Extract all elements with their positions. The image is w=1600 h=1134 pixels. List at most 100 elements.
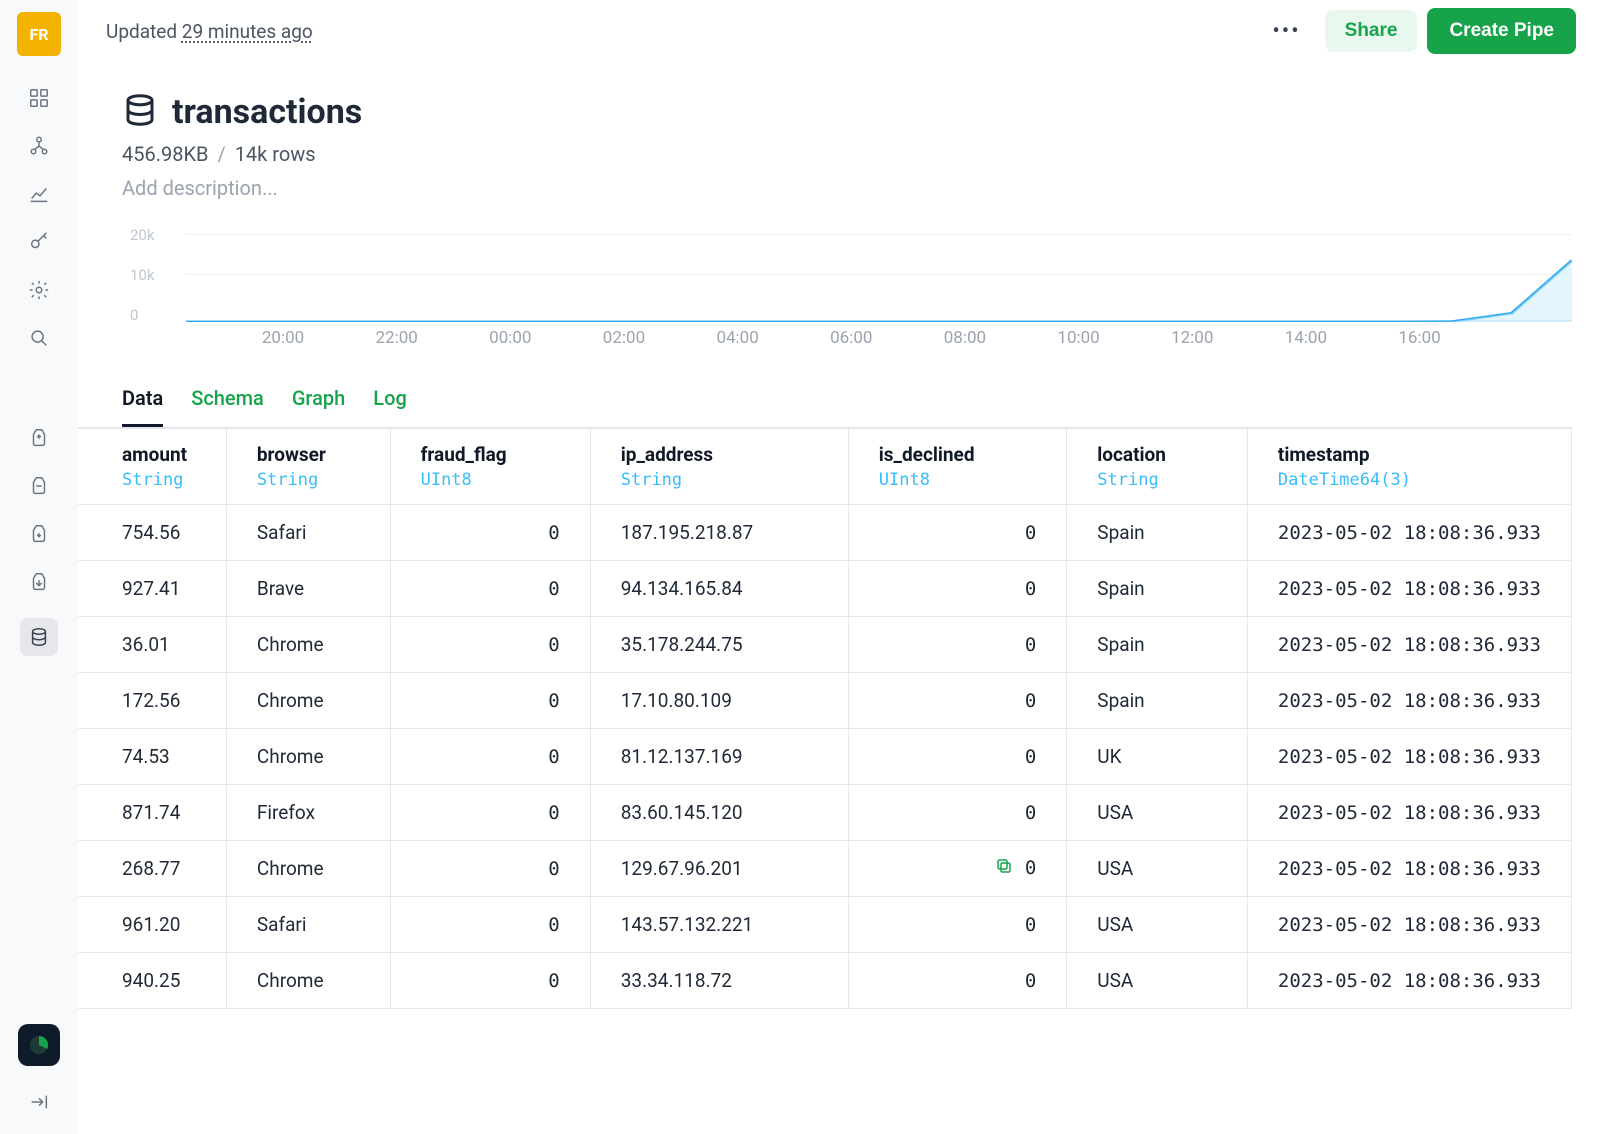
token-key-icon[interactable]: [27, 230, 51, 254]
copy-icon[interactable]: [995, 858, 1013, 880]
cell-ip-address: 187.195.218.87: [590, 505, 848, 561]
pipe-in-icon[interactable]: [27, 426, 51, 450]
create-pipe-button[interactable]: Create Pipe: [1427, 8, 1576, 54]
col-fraud-flag[interactable]: fraud_flagUInt8: [390, 429, 590, 505]
table-row[interactable]: 74.53Chrome081.12.137.1690UK2023-05-02 1…: [78, 729, 1572, 785]
pipe-down-icon[interactable]: [27, 570, 51, 594]
cell-amount: 36.01: [78, 617, 226, 673]
tab-graph[interactable]: Graph: [292, 378, 345, 427]
tab-schema[interactable]: Schema: [191, 378, 264, 427]
cell-ip-address: 143.57.132.221: [590, 897, 848, 953]
cell-location: USA: [1067, 785, 1248, 841]
dashboard-icon[interactable]: [27, 86, 51, 110]
description-input[interactable]: Add description...: [122, 176, 1572, 200]
x-tick: 06:00: [830, 328, 872, 348]
cell-fraud-flag: 0: [390, 953, 590, 1009]
cell-fraud-flag: 0: [390, 561, 590, 617]
cell-fraud-flag: 0: [390, 617, 590, 673]
col-location[interactable]: locationString: [1067, 429, 1248, 505]
cell-browser: Chrome: [226, 729, 390, 785]
topbar: Updated 29 minutes ago ••• Share Create …: [78, 0, 1600, 62]
tab-log[interactable]: Log: [373, 378, 407, 427]
cell-ip-address: 83.60.145.120: [590, 785, 848, 841]
cell-fraud-flag: 0: [390, 785, 590, 841]
datasource-rows: 14k rows: [235, 142, 316, 166]
col-ip-address[interactable]: ip_addressString: [590, 429, 848, 505]
cell-ip-address: 81.12.137.169: [590, 729, 848, 785]
col-is-declined[interactable]: is_declinedUInt8: [848, 429, 1067, 505]
datasource-meta: 456.98KB / 14k rows: [122, 142, 1572, 166]
chart-svg: [186, 228, 1572, 322]
more-menu-button[interactable]: •••: [1258, 19, 1314, 44]
cell-timestamp: 2023-05-02 18:08:36.933: [1247, 841, 1571, 897]
cell-is-declined: 0: [848, 729, 1067, 785]
cell-fraud-flag: 0: [390, 841, 590, 897]
main: Updated 29 minutes ago ••• Share Create …: [78, 0, 1600, 1134]
table-row[interactable]: 927.41Brave094.134.165.840Spain2023-05-0…: [78, 561, 1572, 617]
table-row[interactable]: 871.74Firefox083.60.145.1200USA2023-05-0…: [78, 785, 1572, 841]
cell-fraud-flag: 0: [390, 673, 590, 729]
datasource-title: transactions: [172, 92, 362, 132]
x-tick: 00:00: [489, 328, 531, 348]
cell-ip-address: 33.34.118.72: [590, 953, 848, 1009]
cell-browser: Chrome: [226, 617, 390, 673]
table-row[interactable]: 940.25Chrome033.34.118.720USA2023-05-02 …: [78, 953, 1572, 1009]
cell-browser: Safari: [226, 505, 390, 561]
x-tick: 20:00: [262, 328, 304, 348]
sidebar-nav: [20, 86, 58, 656]
table-row[interactable]: 961.20Safari0143.57.132.2210USA2023-05-0…: [78, 897, 1572, 953]
activity-chart: 20k 10k 0 20:0022:0000:0002:0004:0006:00…: [130, 228, 1572, 358]
workspace-badge[interactable]: FR: [17, 12, 61, 56]
chart-line-icon[interactable]: [27, 182, 51, 206]
table-row[interactable]: 172.56Chrome017.10.80.1090Spain2023-05-0…: [78, 673, 1572, 729]
share-button[interactable]: Share: [1325, 10, 1418, 52]
cell-timestamp: 2023-05-02 18:08:36.933: [1247, 897, 1571, 953]
cell-browser: Firefox: [226, 785, 390, 841]
y-tick: 20k: [130, 226, 154, 244]
table-row[interactable]: 36.01Chrome035.178.244.750Spain2023-05-0…: [78, 617, 1572, 673]
search-icon[interactable]: [27, 326, 51, 350]
datasource-size: 456.98KB: [122, 142, 208, 166]
cell-amount: 172.56: [78, 673, 226, 729]
updated-time[interactable]: 29 minutes ago: [182, 20, 313, 43]
cell-is-declined: 0: [848, 785, 1067, 841]
col-amount[interactable]: amountString: [78, 429, 226, 505]
sidebar: FR: [0, 0, 78, 1134]
cell-fraud-flag: 0: [390, 505, 590, 561]
pipe-out-icon[interactable]: [27, 522, 51, 546]
usage-pie-icon[interactable]: [18, 1024, 60, 1066]
datasource-icon[interactable]: [20, 618, 58, 656]
cell-amount: 871.74: [78, 785, 226, 841]
tabs: Data Schema Graph Log: [78, 378, 1572, 428]
cell-location: Spain: [1067, 617, 1248, 673]
cell-amount: 940.25: [78, 953, 226, 1009]
table-row[interactable]: 754.56Safari0187.195.218.870Spain2023-05…: [78, 505, 1572, 561]
flow-icon[interactable]: [27, 134, 51, 158]
cell-fraud-flag: 0: [390, 897, 590, 953]
collapse-sidebar-icon[interactable]: [27, 1090, 51, 1114]
gear-icon[interactable]: [27, 278, 51, 302]
x-tick: 10:00: [1057, 328, 1099, 348]
updated-prefix: Updated: [106, 20, 182, 43]
cell-amount: 74.53: [78, 729, 226, 785]
cell-location: Spain: [1067, 673, 1248, 729]
database-icon: [122, 92, 158, 132]
cell-is-declined: 0: [848, 617, 1067, 673]
tab-data[interactable]: Data: [122, 378, 163, 427]
cell-ip-address: 17.10.80.109: [590, 673, 848, 729]
cell-ip-address: 94.134.165.84: [590, 561, 848, 617]
pipe-mid-icon[interactable]: [27, 474, 51, 498]
cell-timestamp: 2023-05-02 18:08:36.933: [1247, 673, 1571, 729]
cell-location: UK: [1067, 729, 1248, 785]
x-tick: 08:00: [944, 328, 986, 348]
cell-browser: Brave: [226, 561, 390, 617]
table-row[interactable]: 268.77Chrome0129.67.96.2010USA2023-05-02…: [78, 841, 1572, 897]
x-tick: 22:00: [376, 328, 418, 348]
updated-label: Updated 29 minutes ago: [106, 20, 313, 43]
x-tick: 16:00: [1398, 328, 1440, 348]
cell-browser: Chrome: [226, 953, 390, 1009]
col-browser[interactable]: browserString: [226, 429, 390, 505]
col-timestamp[interactable]: timestampDateTime64(3): [1247, 429, 1571, 505]
x-tick: 02:00: [603, 328, 645, 348]
data-table: amountString browserString fraud_flagUIn…: [78, 428, 1572, 1009]
